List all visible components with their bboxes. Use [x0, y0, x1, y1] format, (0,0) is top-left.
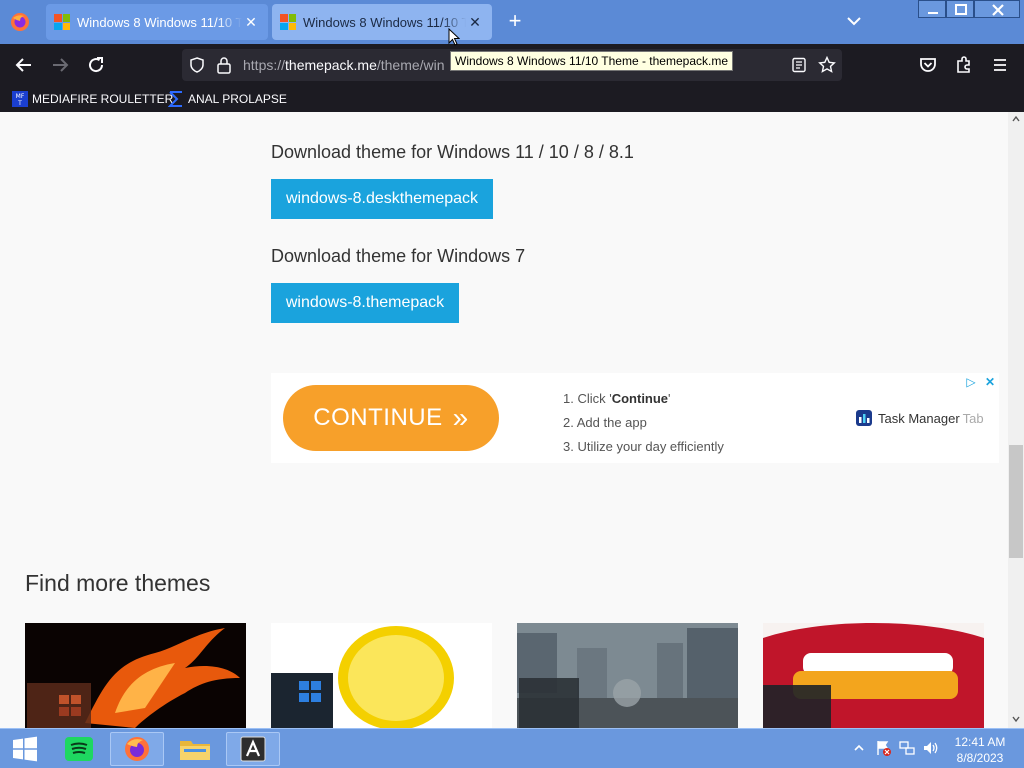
advertisement-banner[interactable]: CONTINUE » 1. Click 'Continue' 2. Add th…: [271, 373, 999, 463]
bookmark-anal-prolapse[interactable]: ANAL PROLAPSE: [168, 90, 287, 108]
taskbar-spotify[interactable]: [52, 732, 106, 766]
ad-close-icon[interactable]: ✕: [985, 375, 995, 389]
tab-title: Windows 8 Windows 11/10 Theme - themepac…: [303, 14, 466, 30]
ad-continue-button[interactable]: CONTINUE »: [283, 385, 499, 451]
find-more-themes-heading: Find more themes: [25, 570, 211, 596]
url-scheme: https://: [243, 57, 286, 73]
list-all-tabs-icon[interactable]: [845, 12, 863, 30]
page-scrollbar[interactable]: [1008, 112, 1024, 728]
folder-icon: [180, 741, 210, 760]
windows-taskbar: 12:41 AM 8/8/2023: [0, 728, 1024, 768]
taskbar-app-a[interactable]: [226, 732, 280, 766]
firefox-icon: [125, 737, 149, 761]
ad-step-3: 3. Utilize your day efficiently: [563, 439, 724, 454]
reader-view-icon[interactable]: [791, 57, 807, 73]
ad-brand: Task Manager Tab: [855, 409, 984, 427]
taskbar-firefox[interactable]: [110, 732, 164, 766]
firefox-menu-icon[interactable]: [10, 12, 30, 32]
url-host: themepack.me: [285, 57, 377, 73]
download-win11-heading: Download theme for Windows 11 / 10 / 8 /…: [271, 142, 634, 162]
show-hidden-icons-icon[interactable]: [850, 739, 868, 757]
back-icon[interactable]: [12, 53, 36, 77]
bookmark-mediafire-rouletter[interactable]: MF T MEDIAFIRE ROULETTER: [12, 90, 173, 108]
sigma-icon: [168, 91, 182, 107]
ad-step-1: 1. Click 'Continue': [563, 391, 671, 406]
windows-logo-icon: [280, 14, 296, 30]
close-tab-icon[interactable]: ✕: [466, 14, 484, 31]
action-center-flag-icon[interactable]: [874, 739, 892, 757]
mouse-cursor-icon: [448, 28, 460, 46]
minimize-window-button[interactable]: [918, 0, 946, 18]
spotify-icon: [65, 737, 93, 761]
ad-controls: ▷ ✕: [966, 375, 995, 389]
svg-text:MF: MF: [16, 93, 25, 100]
tab-themepack-1[interactable]: Windows 8 Windows 11/10 Theme - themepac…: [46, 4, 268, 40]
pocket-icon[interactable]: [916, 53, 940, 77]
bookmark-star-icon[interactable]: [818, 56, 836, 74]
theme-thumbnail-lemon[interactable]: [271, 623, 492, 728]
tab-title: Windows 8 Windows 11/10 Theme - themepac…: [77, 14, 242, 30]
app-a-icon: [240, 736, 266, 762]
close-tab-icon[interactable]: ✕: [242, 14, 260, 31]
mediafire-icon: MF T: [12, 91, 28, 107]
ad-step-2: 2. Add the app: [563, 415, 647, 430]
task-manager-logo-icon: [856, 410, 872, 426]
forward-icon[interactable]: [48, 53, 72, 77]
bookmark-label: MEDIAFIRE ROULETTER: [32, 92, 174, 106]
ad-continue-label: CONTINUE: [313, 404, 443, 431]
taskbar-file-explorer[interactable]: [168, 732, 222, 766]
theme-thumbnail-ruined-city[interactable]: [517, 623, 738, 728]
download-deskthemepack-button[interactable]: windows-8.deskthemepack: [271, 179, 493, 219]
network-icon[interactable]: [898, 739, 916, 757]
download-win7-heading: Download theme for Windows 7: [271, 246, 526, 266]
scrollbar-thumb[interactable]: [1009, 445, 1023, 558]
maximize-window-button[interactable]: [946, 0, 974, 18]
adchoices-icon[interactable]: ▷: [966, 375, 975, 389]
tab-tooltip: Windows 8 Windows 11/10 Theme - themepac…: [450, 51, 734, 71]
extensions-icon[interactable]: [952, 53, 976, 77]
close-window-button[interactable]: [974, 0, 1020, 18]
reload-icon[interactable]: [84, 53, 108, 77]
clock-time: 12:41 AM: [954, 735, 1006, 749]
theme-thumbnail-phoenix[interactable]: [25, 623, 246, 728]
ad-steps: 1. Click 'Continue' 2. Add the app 3. Ut…: [563, 387, 724, 459]
download-themepack-button[interactable]: windows-8.themepack: [271, 283, 459, 323]
bookmarks-toolbar: MF T MEDIAFIRE ROULETTER ANAL PROLAPSE: [0, 86, 1024, 112]
svg-text:T: T: [17, 100, 22, 107]
double-chevron-icon: »: [452, 402, 469, 433]
ad-brand-suffix: Tab: [962, 410, 984, 426]
theme-thumbnail-candy-lips[interactable]: [763, 623, 984, 728]
tab-strip: Windows 8 Windows 11/10 Theme - themepac…: [0, 0, 1024, 44]
windows-start-icon: [13, 736, 37, 762]
hamburger-menu-icon[interactable]: [988, 53, 1012, 77]
start-button[interactable]: [0, 732, 50, 766]
tracking-protection-shield-icon[interactable]: [188, 56, 206, 74]
bookmark-label: ANAL PROLAPSE: [188, 92, 287, 106]
scroll-up-icon[interactable]: [1011, 114, 1021, 124]
lock-icon[interactable]: [216, 56, 232, 74]
new-tab-button[interactable]: +: [505, 10, 525, 34]
clock-date: 8/8/2023: [956, 751, 1004, 765]
taskbar-clock[interactable]: 12:41 AM 8/8/2023: [950, 734, 1010, 766]
ad-brand-name: Task Manager: [878, 410, 960, 426]
url-path: /theme/win: [376, 57, 445, 73]
volume-icon[interactable]: [922, 739, 940, 757]
url-text[interactable]: https://themepack.me/theme/win: [243, 57, 445, 73]
windows-logo-icon: [54, 14, 70, 30]
scroll-down-icon[interactable]: [1011, 714, 1021, 724]
